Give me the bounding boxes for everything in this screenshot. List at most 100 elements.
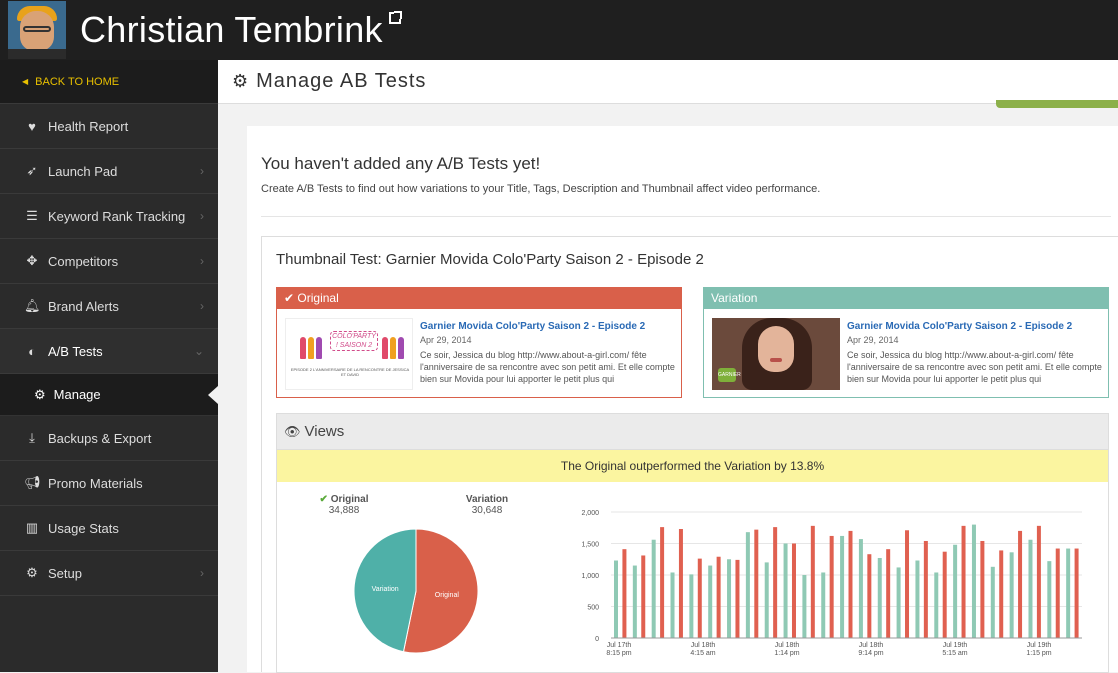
bar-original[interactable] — [961, 525, 966, 638]
bar-original[interactable] — [867, 554, 872, 638]
views-bar-chart: 0 500 1,000 1,500 2,000 Jul 17th8:15 pm Jul 18… — [581, 510, 1082, 657]
megaphone-icon: 📢︎ — [24, 475, 41, 490]
video-date: Apr 29, 2014 — [847, 335, 899, 345]
channel-title[interactable]: Christian Tembrink — [80, 9, 383, 51]
thumbnail-logo: COLO'PARTY ! SAISON 2 — [330, 331, 378, 351]
bar-variation[interactable] — [802, 575, 807, 638]
legend-variation: Variation 30,648 — [452, 494, 522, 516]
bar-original[interactable] — [1055, 548, 1060, 638]
bar-original[interactable] — [999, 550, 1004, 638]
sidebar-item-health-report[interactable]: ♥ Health Report — [0, 104, 218, 149]
chevron-right-icon: › — [200, 299, 204, 313]
sidebar-item-manage[interactable]: ⚙ Manage — [0, 374, 218, 416]
legend-original-value: 34,888 — [328, 505, 360, 516]
thumbnail-face-shape — [758, 326, 794, 372]
bar-variation[interactable] — [727, 559, 732, 638]
sidebar-item-keyword-rank-tracking[interactable]: ☰ Keyword Rank Tracking › — [0, 194, 218, 239]
gear-icon: ⚙ — [232, 71, 249, 91]
bar-variation[interactable] — [614, 560, 618, 638]
bar-variation[interactable] — [971, 524, 976, 638]
bar-original[interactable] — [622, 549, 627, 638]
bar-variation[interactable] — [745, 532, 750, 638]
bar-variation[interactable] — [877, 557, 882, 638]
legend-original-label: Original — [330, 494, 369, 505]
sidebar-item-label: A/B Tests — [48, 343, 103, 359]
bar-variation[interactable] — [1009, 552, 1014, 638]
sidebar-item-competitors[interactable]: ✥ Competitors › — [0, 239, 218, 284]
bar-original[interactable] — [886, 549, 891, 638]
legend-original: ✔ Original 34,888 — [309, 494, 379, 516]
bar-original[interactable] — [1036, 525, 1041, 638]
video-title-link[interactable]: Garnier Movida Colo'Party Saison 2 - Epi… — [420, 321, 645, 332]
bar-variation[interactable] — [953, 544, 958, 638]
sidebar-item-setup[interactable]: ⚙ Setup › — [0, 551, 218, 596]
variation-panel[interactable]: Variation GARNIER Garnier Movida Colo'Pa… — [703, 287, 1109, 398]
empty-state-title: You haven't added any A/B Tests yet! — [261, 154, 541, 173]
bar-variation[interactable] — [764, 562, 769, 638]
bar-variation[interactable] — [783, 543, 788, 639]
sidebar-item-launch-pad[interactable]: ➶ Launch Pad › — [0, 149, 218, 194]
bar-original[interactable] — [716, 556, 721, 638]
x-tick-label: 8:15 pm — [606, 650, 631, 657]
bar-variation[interactable] — [840, 535, 845, 638]
bar-variation[interactable] — [651, 539, 656, 638]
sidebar-item-usage-stats[interactable]: ▥ Usage Stats — [0, 506, 218, 551]
bar-variation[interactable] — [858, 539, 863, 638]
bar-original[interactable] — [1074, 548, 1079, 638]
bar-variation[interactable] — [1066, 548, 1071, 638]
legend-variation-value: 30,648 — [471, 505, 503, 516]
bar-variation[interactable] — [915, 560, 920, 638]
caret-left-icon: ◀ — [22, 77, 29, 86]
sidebar-item-backups-export[interactable]: ⤓ Backups & Export — [0, 416, 218, 461]
bar-variation[interactable] — [1028, 539, 1033, 638]
bar-original[interactable] — [942, 551, 947, 638]
original-panel[interactable]: ✔ Original COLO'PARTY ! SAISON 2 EPISODE… — [276, 287, 682, 398]
bar-original[interactable] — [641, 555, 646, 638]
y-tick-label: 500 — [587, 605, 599, 612]
bottle-shape — [390, 337, 396, 359]
bar-original[interactable] — [1018, 530, 1023, 638]
back-to-home-link[interactable]: ◀ BACK TO HOME — [0, 60, 218, 104]
bar-original[interactable] — [735, 559, 740, 638]
bar-variation[interactable] — [632, 565, 637, 638]
bar-variation[interactable] — [934, 572, 939, 638]
variation-header: Variation — [704, 288, 1108, 309]
sidebar-item-label: Usage Stats — [48, 520, 119, 536]
video-title-link[interactable]: Garnier Movida Colo'Party Saison 2 - Epi… — [847, 321, 1072, 332]
bar-original[interactable] — [773, 527, 778, 638]
bar-original[interactable] — [923, 540, 928, 638]
bar-variation[interactable] — [670, 572, 675, 638]
bar-variation[interactable] — [990, 566, 995, 638]
bar-original[interactable] — [791, 543, 796, 639]
list-icon: ☰ — [26, 208, 38, 223]
bar-variation[interactable] — [821, 572, 826, 638]
eye-icon: 👁︎ — [284, 423, 301, 439]
bell-icon: 🔔︎ — [24, 298, 41, 313]
variation-thumbnail[interactable]: GARNIER — [712, 318, 840, 390]
original-thumbnail[interactable]: COLO'PARTY ! SAISON 2 EPISODE 2 L'ANNIVE… — [285, 318, 413, 390]
bar-original[interactable] — [697, 558, 702, 638]
y-tick-label: 1,000 — [581, 573, 599, 580]
external-link-icon[interactable] — [388, 11, 402, 24]
bar-original[interactable] — [810, 525, 815, 638]
bar-original[interactable] — [678, 529, 683, 638]
bar-variation[interactable] — [708, 565, 713, 638]
new-test-button[interactable] — [996, 100, 1118, 108]
sidebar-item-label: Brand Alerts — [48, 298, 119, 314]
bar-original[interactable] — [848, 530, 853, 638]
sidebar-item-promo-materials[interactable]: 📢︎ Promo Materials — [0, 461, 218, 506]
bar-original[interactable] — [754, 529, 759, 638]
bar-original[interactable] — [905, 530, 910, 638]
bar-variation[interactable] — [1047, 561, 1052, 638]
ab-test-card: Thumbnail Test: Garnier Movida Colo'Part… — [261, 236, 1118, 673]
views-pie-chart: Original Variation — [353, 528, 479, 654]
crosshair-icon: ✥ — [26, 253, 38, 268]
bar-original[interactable] — [660, 527, 665, 638]
bar-variation[interactable] — [689, 574, 694, 638]
bar-original[interactable] — [829, 535, 834, 638]
bar-original[interactable] — [980, 540, 985, 638]
sidebar-item-brand-alerts[interactable]: 🔔︎ Brand Alerts › — [0, 284, 218, 329]
bar-variation[interactable] — [896, 567, 901, 638]
original-label: Original — [297, 291, 339, 305]
sidebar-item-ab-tests[interactable]: ◐ A/B Tests ⌄ — [0, 329, 218, 374]
